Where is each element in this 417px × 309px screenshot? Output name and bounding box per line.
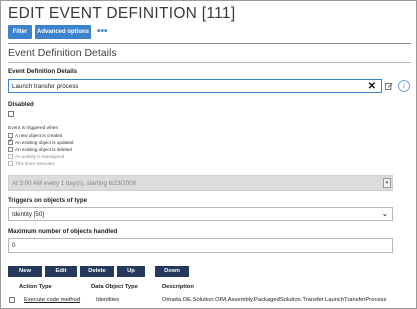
- edit-button[interactable]: Edit: [45, 266, 77, 277]
- data-object-type-cell: Identities: [96, 297, 120, 303]
- new-button[interactable]: New: [8, 266, 42, 277]
- object-type-label: Triggers on objects of type: [8, 197, 88, 204]
- name-input-value: Launch transfer process: [12, 82, 79, 90]
- trigger-label: Event is triggered when: [8, 126, 59, 131]
- object-type-value: Identity [50]: [12, 210, 44, 218]
- trigger-deleted-label: An existing object is deleted: [15, 147, 72, 152]
- advanced-options-button[interactable]: Advanced options: [35, 25, 91, 39]
- max-objects-value: 0: [12, 242, 16, 249]
- column-header-description: Description: [162, 284, 194, 290]
- section-divider: [8, 62, 411, 63]
- timer-select: At 3:00 AM every 1 day(s), starting 6/23…: [8, 175, 393, 191]
- chevron-down-icon[interactable]: ⌄: [381, 209, 389, 219]
- column-header-action-type: Action Type: [19, 284, 52, 290]
- down-button[interactable]: Down: [155, 266, 189, 277]
- trigger-timer-label: This timer executes: [15, 161, 55, 166]
- info-icon[interactable]: i: [398, 80, 410, 92]
- trigger-created-label: A new object is created: [15, 133, 63, 138]
- trigger-timer-checkbox[interactable]: [8, 161, 13, 166]
- trigger-updated-checkbox[interactable]: [8, 137, 13, 145]
- row-checkbox[interactable]: [9, 297, 15, 303]
- description-cell: Omada.OE.Solution.OIM.Assembly.PackagedS…: [162, 297, 387, 303]
- max-objects-input[interactable]: 0: [8, 238, 393, 253]
- filter-button[interactable]: Filter: [8, 25, 32, 39]
- disabled-label: Disabled: [8, 101, 34, 108]
- name-label: Event Definition Details: [8, 68, 78, 75]
- object-type-select[interactable]: Identity [50] ⌄: [8, 207, 393, 221]
- action-type-link[interactable]: Execute code method: [24, 297, 80, 303]
- max-objects-label: Maximum number of objects handled: [8, 228, 118, 235]
- column-header-data-object-type: Data Object Type: [91, 284, 138, 290]
- edit-icon[interactable]: [385, 82, 393, 90]
- section-title: Event Definition Details: [8, 47, 117, 59]
- chevron-down-icon: ▾: [383, 178, 391, 188]
- disabled-checkbox[interactable]: [8, 111, 14, 117]
- trigger-reassigned-label: An activity is reassigned: [15, 154, 65, 159]
- trigger-updated-label: An existing object is updated: [15, 140, 74, 145]
- clear-icon[interactable]: ✕: [368, 82, 376, 92]
- name-input[interactable]: Launch transfer process ✕: [8, 79, 382, 93]
- timer-select-value: At 3:00 AM every 1 day(s), starting 6/23…: [12, 179, 137, 187]
- trigger-reassigned-checkbox[interactable]: [8, 154, 13, 159]
- toolbar: Filter Advanced options •••: [8, 25, 108, 39]
- more-options-icon[interactable]: •••: [97, 27, 108, 37]
- page-title: EDIT EVENT DEFINITION [111]: [8, 5, 236, 22]
- delete-button[interactable]: Delete: [80, 266, 114, 277]
- header-divider: [8, 43, 411, 44]
- up-button[interactable]: Up: [117, 266, 145, 277]
- trigger-deleted-checkbox[interactable]: [8, 147, 13, 152]
